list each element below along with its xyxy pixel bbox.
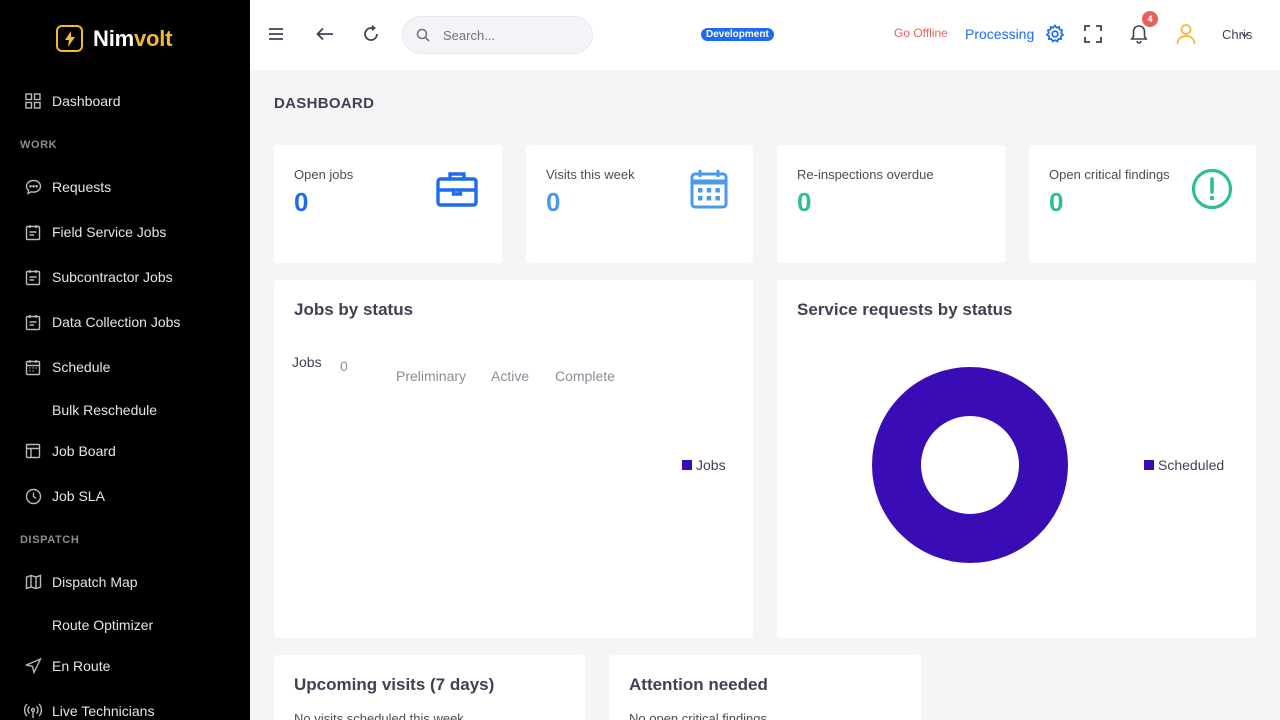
column-complete: Complete (555, 368, 615, 384)
sidebar-item-label: Field Service Jobs (52, 224, 167, 240)
stat-card-open-critical-findings[interactable]: Open critical findings 0 (1029, 145, 1256, 263)
sidebar-item-label: Dashboard (52, 93, 121, 109)
sidebar-item-label: Subcontractor Jobs (52, 269, 173, 285)
stat-label: Open critical findings (1049, 167, 1170, 182)
section-dispatch: DISPATCH (20, 534, 80, 546)
stat-label: Visits this week (546, 167, 635, 182)
sidebar-item-schedule[interactable]: Schedule (24, 356, 110, 378)
brand-name: Nimvolt (93, 25, 173, 51)
sidebar-item-label: Bulk Reschedule (52, 402, 158, 418)
sidebar-item-job-board[interactable]: Job Board (24, 440, 116, 462)
sidebar-item-label: En Route (52, 658, 111, 674)
chart-legend: Jobs (682, 457, 726, 473)
clock-icon (24, 487, 42, 505)
sidebar-item-dashboard[interactable]: Dashboard (24, 90, 121, 112)
broadcast-icon (24, 702, 42, 720)
jobs-by-status-card: Jobs by status Jobs 0 Preliminary Active… (274, 280, 753, 638)
sidebar-item-label: Job Board (52, 443, 116, 459)
brand-logo[interactable]: Nimvolt (56, 25, 172, 52)
back-arrow-icon[interactable] (313, 22, 337, 46)
section-work: WORK (20, 139, 58, 151)
topbar: Development Go Offline Processing 4 Chri… (250, 0, 1280, 70)
upcoming-visits-card: Upcoming visits (7 days) No visits sched… (274, 655, 585, 720)
sidebar-item-bulk-reschedule[interactable]: Bulk Reschedule (52, 399, 157, 421)
chevron-down-icon[interactable] (1239, 23, 1251, 47)
refresh-icon[interactable] (359, 22, 383, 46)
sidebar-item-dispatch-map[interactable]: Dispatch Map (24, 571, 138, 593)
donut-chart (872, 367, 1068, 563)
sidebar-item-label: Dispatch Map (52, 574, 138, 590)
stat-card-visits-this-week[interactable]: Visits this week 0 (526, 145, 753, 263)
sidebar-item-label: Schedule (52, 359, 111, 375)
notification-count-badge: 4 (1142, 11, 1158, 27)
stat-label: Open jobs (294, 167, 354, 182)
stat-card-reinspections-overdue[interactable]: Re-inspections overdue 0 (777, 145, 1005, 263)
legend-swatch (1144, 460, 1154, 470)
alert-circle-icon (1191, 168, 1233, 215)
sidebar-item-subcontractor-jobs[interactable]: Subcontractor Jobs (24, 266, 173, 288)
card-title: Upcoming visits (7 days) (294, 675, 495, 694)
card-title: Attention needed (629, 675, 768, 694)
lightning-icon (56, 25, 83, 52)
attention-needed-card: Attention needed No open critical findin… (609, 655, 921, 720)
stat-card-open-jobs[interactable]: Open jobs 0 (274, 145, 502, 263)
board-icon (24, 442, 42, 460)
calendar-list-icon (24, 313, 42, 331)
navigation-arrow-icon (24, 657, 42, 675)
user-icon[interactable] (1174, 22, 1198, 46)
column-preliminary: Preliminary (396, 368, 467, 384)
go-offline-link[interactable]: Go Offline (894, 26, 948, 40)
sidebar-item-data-collection-jobs[interactable]: Data Collection Jobs (24, 311, 180, 333)
hamburger-menu-icon[interactable] (264, 22, 288, 46)
jobs-row-value: 0 (340, 358, 348, 374)
column-active: Active (491, 368, 530, 384)
calendar-icon (24, 358, 42, 376)
processing-status[interactable]: Processing (965, 26, 1034, 42)
chart-legend: Scheduled (1144, 457, 1224, 473)
sidebar-item-label: Data Collection Jobs (52, 314, 181, 330)
search-icon (416, 28, 430, 47)
stat-label: Re-inspections overdue (797, 167, 934, 182)
sidebar-item-label: Job SLA (52, 488, 105, 504)
chat-icon (24, 178, 42, 196)
donut-slice-scheduled[interactable] (872, 367, 1068, 563)
map-icon (24, 573, 42, 591)
sidebar-item-route-optimizer[interactable]: Route Optimizer (52, 614, 153, 636)
sidebar-item-job-sla[interactable]: Job SLA (24, 485, 105, 507)
jobs-row-label: Jobs (292, 354, 322, 370)
page-title: DASHBOARD (274, 95, 375, 112)
card-title: Service requests by status (797, 300, 1013, 319)
service-requests-card: Service requests by status Scheduled (777, 280, 1256, 638)
calendar-icon (690, 169, 728, 214)
sidebar: Nimvolt Dashboard WORK Requests Field Se… (0, 0, 250, 720)
calendar-list-icon (24, 268, 42, 286)
fullscreen-icon[interactable] (1081, 22, 1105, 46)
gear-icon[interactable] (1043, 22, 1067, 46)
legend-label: Scheduled (1158, 457, 1225, 473)
sidebar-item-label: Requests (52, 179, 112, 195)
sidebar-item-label: Route Optimizer (52, 617, 154, 633)
grid-icon (24, 92, 42, 110)
empty-message: No visits scheduled this week (294, 711, 464, 720)
search-box[interactable] (402, 16, 593, 54)
sidebar-item-en-route[interactable]: En Route (24, 655, 110, 677)
sidebar-item-field-service-jobs[interactable]: Field Service Jobs (24, 221, 166, 243)
card-title: Jobs by status (294, 300, 414, 319)
stat-value: 0 (797, 187, 812, 217)
legend-swatch (682, 460, 692, 470)
sidebar-item-live-technicians[interactable]: Live Technicians (24, 700, 154, 720)
briefcase-icon (436, 171, 478, 212)
search-input[interactable] (443, 26, 583, 44)
empty-message: No open critical findings (629, 711, 768, 720)
stat-value: 0 (546, 187, 561, 217)
sidebar-item-requests[interactable]: Requests (24, 176, 111, 198)
legend-label: Jobs (696, 457, 726, 473)
calendar-list-icon (24, 223, 42, 241)
sidebar-item-label: Live Technicians (52, 703, 155, 719)
stat-value: 0 (1049, 187, 1064, 217)
stat-value: 0 (294, 187, 309, 217)
environment-badge: Development (701, 28, 774, 41)
